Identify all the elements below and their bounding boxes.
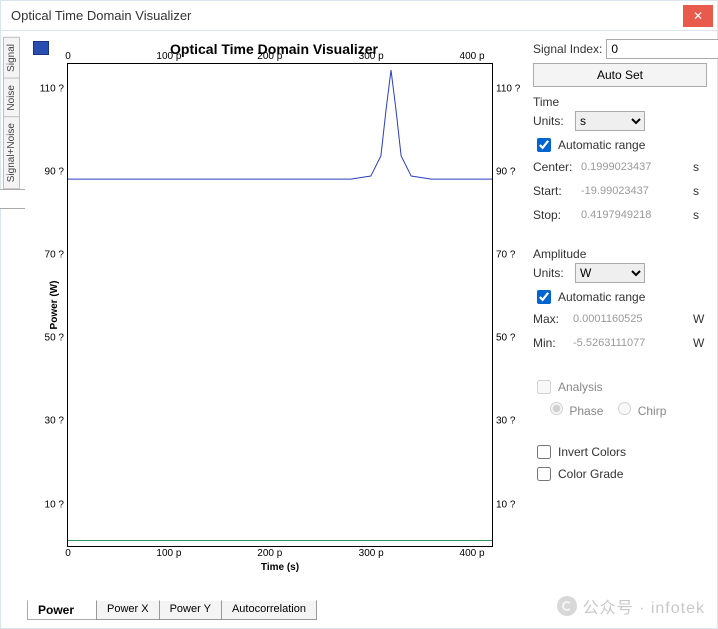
autoset-button[interactable]: Auto Set bbox=[533, 63, 707, 87]
amp-max-label: Max: bbox=[533, 312, 567, 326]
y-tick-right: 110 ? bbox=[496, 84, 520, 95]
amp-auto-checkbox[interactable] bbox=[537, 290, 551, 304]
color-grade[interactable]: Color Grade bbox=[533, 464, 707, 484]
y-axis-label: Power (W) bbox=[49, 281, 60, 330]
analysis-group: Analysis Phase Chirp bbox=[533, 377, 707, 418]
y-tick-right: 70 ? bbox=[496, 250, 515, 261]
y-tick: 30 ? bbox=[45, 416, 64, 427]
tab-autocorrelation[interactable]: Autocorrelation bbox=[221, 600, 317, 620]
tab-power[interactable]: Power bbox=[27, 600, 97, 620]
amp-auto-range[interactable]: Automatic range bbox=[533, 287, 707, 307]
analysis-chirp[interactable]: Chirp bbox=[613, 399, 666, 418]
y-tick-right: 90 ? bbox=[496, 166, 515, 177]
time-center-label: Center: bbox=[533, 160, 575, 174]
x-tick-top: 400 p bbox=[460, 51, 485, 62]
plot-area[interactable]: 0 100 p 200 p 300 p 400 p 0 100 p 200 p … bbox=[67, 63, 493, 547]
y-tick-right: 30 ? bbox=[496, 416, 515, 427]
signal-index-label: Signal Index: bbox=[533, 42, 602, 56]
time-start-value bbox=[579, 181, 689, 201]
analysis-checkbox[interactable] bbox=[537, 380, 551, 394]
time-stop-value bbox=[579, 205, 689, 225]
time-auto-checkbox[interactable] bbox=[537, 138, 551, 152]
left-tabstrip: Signal Noise Signal+Noise All bbox=[1, 31, 21, 629]
time-stop-label: Stop: bbox=[533, 208, 575, 222]
time-group: Time Units: s Automatic range Center:s S… bbox=[533, 95, 707, 225]
x-tick-top: 200 p bbox=[257, 51, 282, 62]
amplitude-group: Amplitude Units: W Automatic range Max:W… bbox=[533, 247, 707, 353]
window-title: Optical Time Domain Visualizer bbox=[11, 8, 683, 23]
time-units-label: Units: bbox=[533, 114, 571, 128]
amp-units-label: Units: bbox=[533, 266, 571, 280]
invert-colors-checkbox[interactable] bbox=[537, 445, 551, 459]
y-tick: 90 ? bbox=[45, 166, 64, 177]
y-tick-right: 10 ? bbox=[496, 499, 515, 510]
tab-power-x[interactable]: Power X bbox=[96, 600, 160, 620]
y-tick: 110 ? bbox=[40, 84, 64, 95]
bottom-tabstrip: Power Power X Power Y Autocorrelation bbox=[25, 601, 523, 621]
chart[interactable]: Optical Time Domain Visualizer 0 100 p 2… bbox=[25, 37, 523, 597]
app-window: Optical Time Domain Visualizer ✕ Signal … bbox=[0, 0, 718, 629]
x-tick: 100 p bbox=[156, 548, 181, 559]
titlebar: Optical Time Domain Visualizer ✕ bbox=[1, 1, 717, 31]
x-tick: 300 p bbox=[359, 548, 384, 559]
amplitude-title: Amplitude bbox=[533, 247, 707, 261]
invert-colors[interactable]: Invert Colors bbox=[533, 442, 707, 462]
chart-panel: Optical Time Domain Visualizer 0 100 p 2… bbox=[21, 31, 527, 629]
left-tab-signal-noise[interactable]: Signal+Noise bbox=[3, 116, 20, 189]
amp-min-value bbox=[571, 333, 689, 353]
series-power bbox=[68, 64, 492, 181]
x-tick-top: 0 bbox=[65, 51, 71, 62]
y-tick: 70 ? bbox=[45, 250, 64, 261]
side-panel: Signal Index: ▲▼ Auto Set Time Units: s … bbox=[527, 31, 717, 629]
analysis-toggle[interactable]: Analysis bbox=[533, 377, 707, 397]
x-tick: 0 bbox=[65, 548, 71, 559]
time-title: Time bbox=[533, 95, 707, 109]
x-tick: 400 p bbox=[460, 548, 485, 559]
left-tab-noise[interactable]: Noise bbox=[3, 78, 20, 118]
signal-index-input[interactable] bbox=[606, 39, 718, 59]
amp-min-label: Min: bbox=[533, 336, 567, 350]
y-tick: 50 ? bbox=[45, 333, 64, 344]
left-tab-signal[interactable]: Signal bbox=[3, 37, 20, 79]
x-tick: 200 p bbox=[257, 548, 282, 559]
amp-units-select[interactable]: W bbox=[575, 263, 645, 283]
baseline bbox=[68, 540, 492, 541]
y-tick: 10 ? bbox=[45, 499, 64, 510]
color-grade-checkbox[interactable] bbox=[537, 467, 551, 481]
analysis-phase[interactable]: Phase bbox=[545, 399, 603, 418]
time-start-label: Start: bbox=[533, 184, 575, 198]
time-center-value bbox=[579, 157, 689, 177]
amp-max-value bbox=[571, 309, 689, 329]
tab-power-y[interactable]: Power Y bbox=[159, 600, 222, 620]
x-tick-top: 300 p bbox=[359, 51, 384, 62]
time-units-select[interactable]: s bbox=[575, 111, 645, 131]
time-auto-range[interactable]: Automatic range bbox=[533, 135, 707, 155]
y-tick-right: 50 ? bbox=[496, 333, 515, 344]
x-axis-label: Time (s) bbox=[68, 562, 492, 573]
close-button[interactable]: ✕ bbox=[683, 5, 713, 27]
x-tick-top: 100 p bbox=[156, 51, 181, 62]
